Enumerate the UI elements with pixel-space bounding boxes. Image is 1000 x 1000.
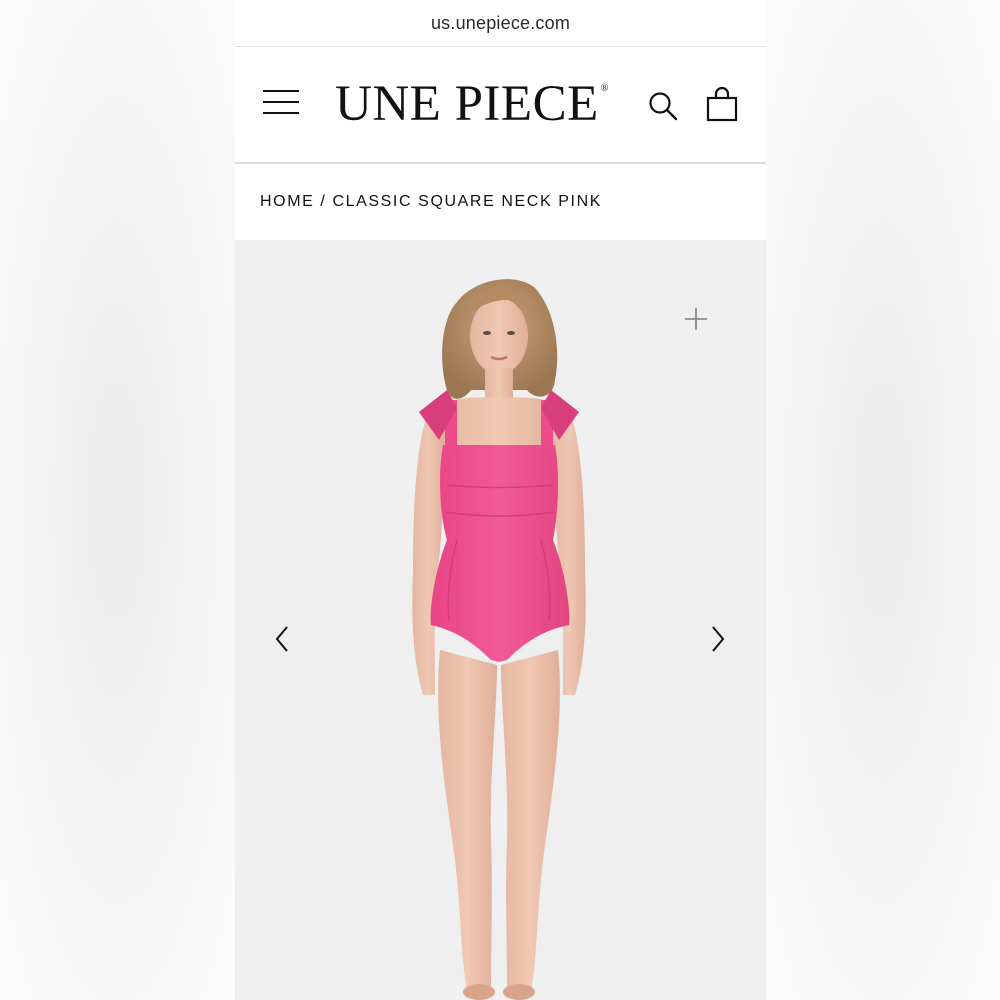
- chevron-right-icon[interactable]: [707, 624, 729, 654]
- search-icon[interactable]: [648, 91, 678, 121]
- backdrop-right: [765, 0, 1000, 1000]
- brand-logo[interactable]: UNE PIECE ®: [335, 74, 625, 134]
- shopping-bag-icon[interactable]: [706, 86, 738, 122]
- product-image[interactable]: [235, 240, 766, 1000]
- browser-url-bar[interactable]: us.unepiece.com: [235, 0, 766, 47]
- breadcrumb-bar: HOME / CLASSIC SQUARE NECK PINK: [235, 164, 766, 240]
- chevron-left-icon[interactable]: [271, 624, 293, 654]
- breadcrumb-home-link[interactable]: HOME: [260, 193, 314, 210]
- phone-screen: us.unepiece.com UNE PIECE ® HOME / CLASSIC …: [235, 0, 766, 1000]
- hamburger-menu-icon[interactable]: [263, 90, 299, 120]
- url-text: us.unepiece.com: [430, 12, 571, 33]
- plus-icon[interactable]: [683, 306, 709, 332]
- site-header: UNE PIECE ®: [235, 47, 766, 164]
- backdrop-left: [0, 0, 235, 1000]
- logo-text: UNE PIECE: [335, 76, 599, 132]
- product-gallery: [235, 240, 766, 1000]
- breadcrumb-current: CLASSIC SQUARE NECK PINK: [332, 193, 603, 210]
- logo-registered-mark: ®: [600, 82, 609, 94]
- breadcrumb-separator: /: [320, 193, 327, 210]
- breadcrumb: HOME / CLASSIC SQUARE NECK PINK: [260, 193, 602, 211]
